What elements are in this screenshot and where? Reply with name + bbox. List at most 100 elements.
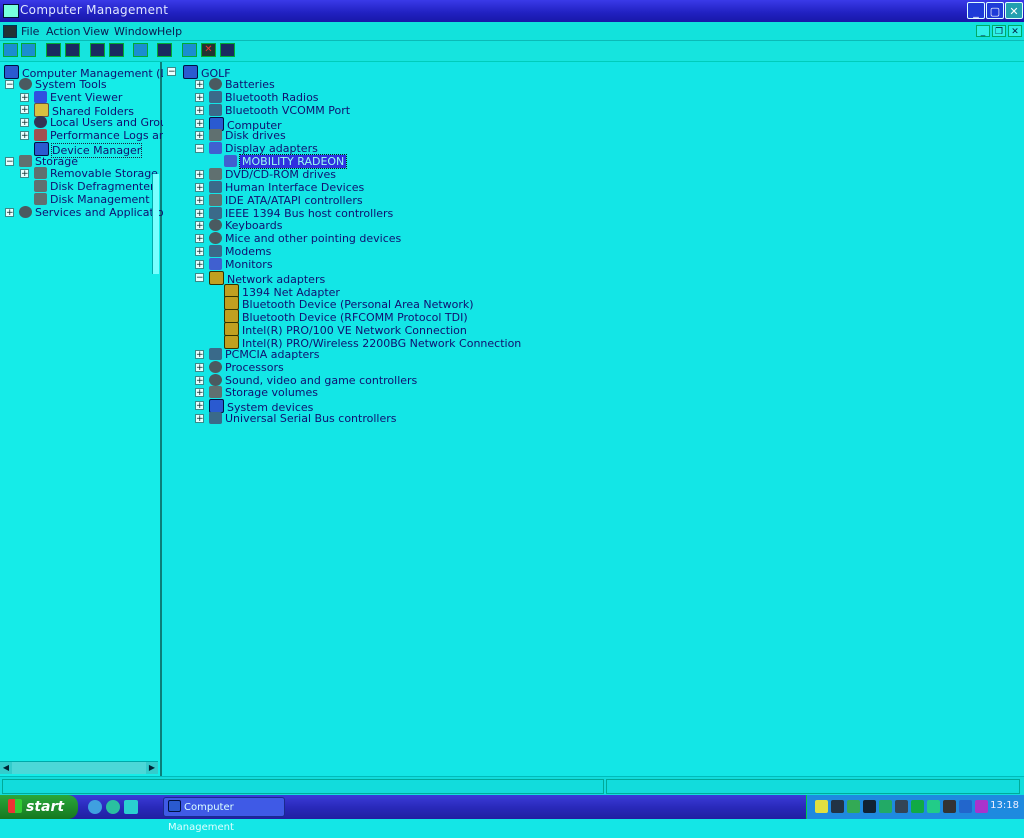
properties-icon[interactable]	[90, 43, 105, 57]
expand-icon[interactable]: +	[195, 169, 204, 179]
toolbar: ✕	[0, 41, 1024, 62]
status-cell-secondary	[606, 779, 1020, 794]
expand-icon[interactable]: +	[20, 131, 29, 141]
print-icon[interactable]	[109, 43, 124, 57]
expand-icon[interactable]: +	[195, 375, 204, 385]
book-icon	[34, 90, 47, 103]
net-icon	[209, 270, 224, 285]
expand-icon[interactable]: +	[195, 105, 204, 115]
menu-window[interactable]: Window	[114, 25, 157, 38]
quick-launch-browser-icon[interactable]	[88, 800, 102, 814]
expand-icon[interactable]: +	[195, 414, 204, 424]
maximize-button[interactable]: ▢	[986, 2, 1004, 19]
device-tree-pane[interactable]: − GOLF + Batteries + Bluetooth Radios + Bluet…	[163, 62, 1024, 776]
tree-item-label: Bluetooth Radios	[225, 90, 319, 104]
mdi-restore-button[interactable]: ❐	[992, 25, 1006, 37]
gear-icon	[209, 78, 222, 90]
mdi-close-button[interactable]: ✕	[1008, 25, 1022, 37]
expand-icon[interactable]: +	[195, 247, 204, 257]
title-bar[interactable]: Computer Management _ ▢ ✕	[0, 0, 1024, 22]
tray-network-icon[interactable]	[831, 800, 844, 813]
expand-icon[interactable]: +	[195, 234, 204, 244]
window-title: Computer Management	[20, 3, 169, 17]
expand-icon[interactable]: +	[20, 118, 29, 128]
disk-icon	[34, 180, 47, 193]
quick-launch-desktop-icon[interactable]	[124, 800, 138, 814]
taskbar: start Computer Management 13:18	[0, 795, 1024, 833]
pc-icon	[4, 65, 19, 79]
tray-security-icon[interactable]	[911, 800, 924, 813]
tray-power-icon[interactable]	[895, 800, 908, 813]
pc-icon	[168, 800, 181, 812]
tray-sync-icon[interactable]	[927, 800, 940, 813]
usb-icon	[209, 180, 222, 193]
expand-icon[interactable]: +	[195, 208, 204, 218]
collapse-icon[interactable]: −	[167, 67, 176, 77]
scan-hardware-icon[interactable]	[157, 43, 172, 57]
mdi-minimize-button[interactable]: _	[976, 25, 990, 37]
expand-icon[interactable]: +	[195, 349, 204, 359]
menu-file[interactable]: File	[21, 25, 39, 38]
scroll-left-arrow-icon[interactable]: ◀	[0, 762, 12, 774]
expand-icon[interactable]: +	[195, 388, 204, 398]
tree-item-label: Modems	[225, 245, 272, 259]
taskbar-button-computer-management[interactable]: Computer Management	[163, 797, 285, 833]
tray-display-icon[interactable]	[863, 800, 876, 813]
close-button[interactable]: ✕	[1005, 2, 1023, 19]
start-label: start	[26, 799, 65, 815]
collapse-icon[interactable]: −	[195, 272, 204, 282]
tray-bluetooth-icon[interactable]	[847, 800, 860, 813]
expand-icon[interactable]: +	[5, 207, 14, 217]
mon-icon	[224, 155, 237, 168]
collapse-icon[interactable]: −	[5, 156, 14, 166]
disable-device-icon[interactable]	[220, 43, 235, 57]
show-hide-tree-icon[interactable]	[65, 43, 80, 57]
minimize-button[interactable]: _	[967, 2, 985, 19]
up-icon[interactable]	[46, 43, 61, 57]
expand-icon[interactable]: +	[195, 92, 204, 102]
tray-zonealarm-icon[interactable]	[815, 800, 828, 813]
tree-item-label: Removable Storage	[50, 167, 158, 181]
tree-item-label: Storage volumes	[225, 386, 319, 400]
tray-update-icon[interactable]	[959, 800, 972, 813]
menu-help[interactable]: Help	[157, 25, 182, 38]
expand-icon[interactable]: +	[195, 131, 204, 141]
expand-icon[interactable]: +	[195, 401, 204, 411]
expand-icon[interactable]: +	[195, 80, 204, 90]
expand-icon[interactable]: +	[195, 362, 204, 372]
tree-vertical-scrollbar[interactable]	[152, 174, 159, 274]
expand-icon[interactable]: +	[195, 118, 204, 128]
tree-item-label: Keyboards	[225, 219, 283, 233]
tree-item-label: DVD/CD-ROM drives	[225, 167, 336, 181]
gear-icon	[209, 360, 222, 373]
tree-horizontal-scrollbar[interactable]: ◀ ▶	[0, 761, 158, 774]
update-driver-icon[interactable]	[182, 43, 197, 57]
console-tree-pane[interactable]: Computer Management (Local) − System Tools…	[0, 62, 208, 776]
menu-view[interactable]: View	[83, 25, 109, 38]
tray-shield-icon[interactable]	[975, 800, 988, 813]
uninstall-icon[interactable]: ✕	[201, 43, 216, 57]
back-icon[interactable]	[3, 43, 18, 57]
tray-volume-icon[interactable]	[943, 800, 956, 813]
expand-icon[interactable]: +	[195, 221, 204, 231]
expand-icon[interactable]: +	[195, 182, 204, 192]
disk-icon	[209, 386, 222, 399]
collapse-icon[interactable]: −	[5, 79, 14, 89]
collapse-icon[interactable]: −	[195, 144, 204, 154]
mmc-icon[interactable]	[3, 25, 17, 38]
expand-icon[interactable]: +	[20, 105, 29, 115]
tray-wireless-icon[interactable]	[879, 800, 892, 813]
expand-icon[interactable]: +	[20, 92, 29, 102]
usb-icon	[209, 412, 222, 425]
expand-icon[interactable]: +	[195, 195, 204, 205]
computer-management-icon	[3, 4, 19, 18]
tree-item-label: IEEE 1394 Bus host controllers	[225, 206, 394, 220]
expand-icon[interactable]: +	[20, 169, 29, 179]
quick-launch-media-icon[interactable]	[106, 800, 120, 814]
menu-action[interactable]: Action	[46, 25, 80, 38]
expand-icon[interactable]: +	[195, 259, 204, 269]
forward-icon[interactable]	[21, 43, 36, 57]
scroll-right-arrow-icon[interactable]: ▶	[146, 762, 158, 774]
start-button[interactable]: start	[0, 795, 78, 819]
help-icon[interactable]	[133, 43, 148, 57]
